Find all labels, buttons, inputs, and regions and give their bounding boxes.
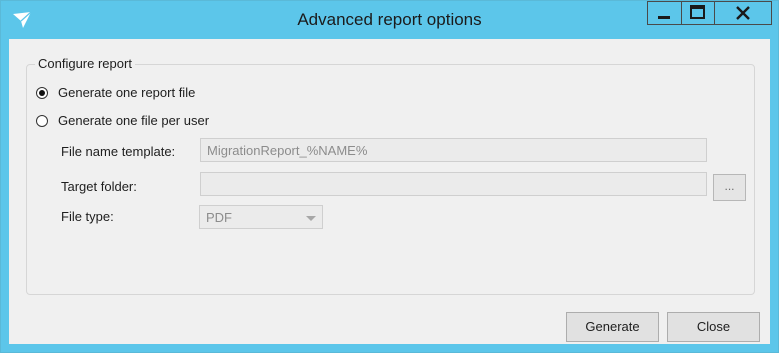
browse-folder-button[interactable]: ... [713, 174, 746, 201]
file-name-template-input[interactable]: MigrationReport_%NAME% [200, 138, 707, 162]
minimize-icon [658, 16, 670, 19]
chevron-down-icon [306, 216, 316, 221]
option-label: Generate one file per user [58, 113, 210, 128]
file-type-label: File type: [61, 209, 114, 224]
file-type-select[interactable]: PDF [199, 205, 323, 229]
dialog-window: Advanced report options Configure report… [0, 0, 779, 353]
option-one-report-file[interactable]: Generate one report file [36, 85, 195, 100]
title-bar[interactable]: Advanced report options [1, 1, 778, 39]
group-title: Configure report [35, 56, 135, 71]
target-folder-input[interactable] [200, 172, 707, 196]
close-window-button[interactable] [714, 1, 772, 25]
generate-button[interactable]: Generate [566, 312, 659, 342]
close-icon [736, 6, 750, 20]
close-button[interactable]: Close [667, 312, 760, 342]
option-label: Generate one report file [58, 85, 196, 100]
configure-report-group: Configure report Generate one report fil… [26, 56, 755, 295]
target-folder-label: Target folder: [61, 179, 137, 194]
maximize-button[interactable] [681, 1, 714, 25]
option-file-per-user[interactable]: Generate one file per user [36, 113, 209, 128]
radio-file-per-user[interactable] [36, 114, 48, 127]
dialog-body: Configure report Generate one report fil… [9, 39, 770, 344]
file-name-template-label: File name template: [61, 144, 176, 159]
maximize-icon [690, 5, 705, 19]
radio-one-report-file[interactable] [36, 86, 48, 99]
file-type-value: PDF [206, 210, 232, 225]
minimize-button[interactable] [647, 1, 681, 25]
